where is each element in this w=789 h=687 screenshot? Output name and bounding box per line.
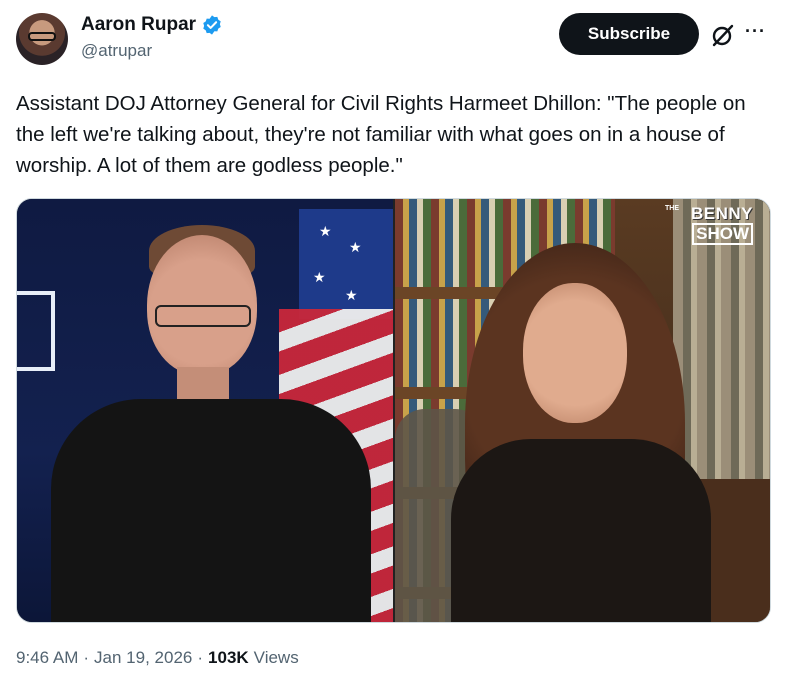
video-right-panel (395, 199, 770, 622)
host-black-shirt (51, 399, 371, 622)
author-handle[interactable]: @atrupar (81, 41, 152, 61)
media-video[interactable]: ★ ★ ★ ★ THE BENNY SHOW (16, 198, 771, 623)
views-count: 103K (208, 648, 249, 667)
guest-face (523, 283, 627, 423)
tweet-text: Assistant DOJ Attorney General for Civil… (16, 92, 746, 177)
tweet-time[interactable]: 9:46 AM (16, 648, 78, 668)
subscribe-button[interactable]: Subscribe (559, 13, 699, 55)
author-name-row[interactable]: Aaron Rupar (81, 14, 223, 36)
views-label: Views (253, 648, 299, 667)
more-options-icon[interactable]: ··· (745, 21, 766, 42)
benny-show-watermark: THE BENNY SHOW (661, 205, 753, 259)
guest-top (451, 439, 711, 622)
avatar[interactable] (16, 13, 68, 65)
tweet-meta: 9:46 AM · Jan 19, 2026 · 103K Views (16, 648, 299, 668)
grok-icon[interactable] (710, 22, 736, 48)
watermark-line2: SHOW (692, 223, 753, 245)
studio-logo-mark (17, 291, 55, 371)
verified-badge-icon (203, 15, 221, 35)
host-glasses (155, 305, 251, 327)
watermark-small-text: THE (665, 205, 679, 212)
avatar-glasses (28, 32, 56, 41)
meta-separator: · (197, 648, 204, 667)
video-left-panel: ★ ★ ★ ★ (17, 199, 393, 622)
tweet-date[interactable]: Jan 19, 2026 (94, 648, 192, 668)
author-display-name[interactable]: Aaron Rupar (81, 14, 196, 36)
meta-separator: · (83, 648, 90, 667)
